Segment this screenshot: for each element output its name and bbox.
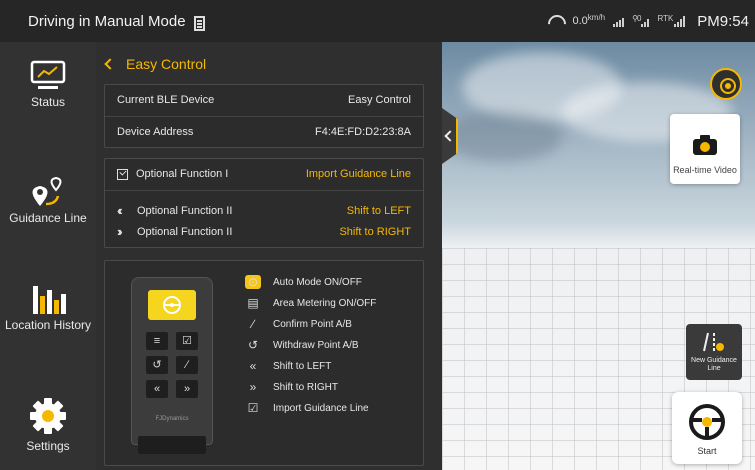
remote-base [138,436,206,454]
route-pin-icon [32,176,62,206]
remote-legend-card: ≡ ☑ ↺ ∕ « » FJDynamics ⊙ Auto Mode ON/OFF… [104,260,424,466]
new-line-icon [703,332,724,352]
device-address-value: F4:4E:FD:D2:23:8A [315,126,411,138]
remote-control-image: ≡ ☑ ↺ ∕ « » FJDynamics [131,277,213,454]
optional-functions-card: Optional Function I Import Guidance Line… [104,158,424,248]
cellular-signal-icon [613,15,625,27]
device-address-label: Device Address [117,126,194,138]
double-right-icon: » [249,380,257,394]
legend-label: Withdraw Point A/B [273,339,359,351]
undo-icon: ↺ [146,356,168,374]
legend-item: ⊙ Auto Mode ON/OFF [245,275,362,289]
function-label: Optional Function I [136,168,229,180]
divider [105,116,423,117]
function-label: Optional Function II [137,225,233,238]
ble-device-label: Current BLE Device [117,94,215,106]
status-indicators: 0.0km/h ⚲0 RTK PM9:54 [548,0,749,42]
ble-device-value: Easy Control [348,94,411,106]
new-guidance-line-button[interactable]: New Guidance Line [686,324,742,380]
function-label: Optional Function II [137,204,233,217]
line-icon: ∕ [176,356,198,374]
double-left-icon: ‹‹ [117,203,123,218]
remote-brand: FJDynamics [155,416,189,422]
legend-label: Area Metering ON/OFF [273,297,377,309]
clock: PM9:54 [697,12,749,30]
auto-mode-remote-button [148,290,196,320]
list-icon: ▤ [247,296,259,310]
steering-wheel-icon [689,404,725,440]
legend-item: « Shift to LEFT [245,359,332,373]
steering-wheel-icon [163,296,181,314]
chevron-left-icon [104,58,116,70]
legend-item: » Shift to RIGHT [245,380,338,394]
checkbox-icon: ☑ [247,401,259,415]
function-value: Shift to RIGHT [339,225,411,238]
double-right-icon: ›› [117,224,123,239]
start-label: Start [697,446,717,456]
function-row[interactable]: Optional Function I Import Guidance Line [117,168,411,180]
wifi-icon [548,15,564,27]
status-bar: Driving in Manual Mode 0.0km/h ⚲0 RTK PM… [0,0,755,42]
sidebar-item-label: Settings [26,439,70,453]
function-row[interactable]: ›› Optional Function II Shift to RIGHT [117,224,411,239]
start-button[interactable]: Start [672,392,742,464]
sidebar-item-settings[interactable]: Settings [0,396,96,452]
double-left-icon: « [249,359,257,373]
device-info-card: Current BLE Device Easy Control Device A… [104,84,424,148]
device-address-row: Device Address F4:4E:FD:D2:23:8A [117,126,411,138]
ble-device-row: Current BLE Device Easy Control [117,94,411,106]
undo-icon: ↺ [247,338,259,352]
double-right-icon: » [176,380,198,398]
double-left-icon: « [146,380,168,398]
steering-wheel-icon: ⊙ [245,275,261,289]
sidebar-item-label: Location History [4,318,92,332]
legend-label: Auto Mode ON/OFF [273,276,362,288]
function-value: Shift to LEFT [346,204,411,217]
locate-button[interactable] [710,68,742,100]
checkbox-icon: ☑ [176,332,198,350]
speed-unit: km/h [587,13,606,22]
new-guidance-line-label: New Guidance Line [691,357,737,372]
function-value: Import Guidance Line [305,168,411,180]
legend-label: Shift to RIGHT [273,381,339,393]
rtk-label: RTK [657,14,674,23]
field-view-3d[interactable]: Real-time Video New Guidance Line Start [442,42,755,470]
legend-label: Import Guidance Line [273,402,369,414]
bar-chart-icon [33,286,66,314]
line-icon: ∕ [251,317,254,331]
checkbox-icon [117,168,128,180]
real-time-video-label: Real-time Video [673,165,737,175]
sidebar: Status Guidance Line Location History Se… [0,42,96,470]
satellite-signal-icon: ⚲0 [632,14,650,27]
function-row[interactable]: ‹‹ Optional Function II Shift to LEFT [117,203,411,218]
divider [105,190,423,191]
sidebar-item-location-history[interactable]: Location History [0,280,96,331]
page-title: Easy Control [126,56,207,72]
sidebar-item-status[interactable]: Status [0,60,96,108]
legend-item: ∕ Confirm Point A/B [245,317,352,331]
sidebar-item-label: Status [30,95,66,109]
sidebar-item-guidance-line[interactable]: Guidance Line [0,174,96,224]
rtk-signal-icon: RTK [657,14,686,27]
gear-icon [30,398,66,434]
back-button[interactable]: Easy Control [104,56,207,72]
legend-item: ▤ Area Metering ON/OFF [245,296,376,310]
legend-label: Shift to LEFT [273,360,332,372]
legend-item: ☑ Import Guidance Line [245,401,369,415]
monitor-icon [30,60,66,89]
easy-control-panel: Easy Control Current BLE Device Easy Con… [96,42,442,470]
list-icon: ≡ [146,332,168,350]
legend-label: Confirm Point A/B [273,318,352,330]
driving-mode-text: Driving in Manual Mode [28,12,186,30]
speed-readout: 0.0km/h [572,13,606,27]
camera-icon [693,135,717,155]
manual-mode-icon [193,15,205,31]
sidebar-item-label: Guidance Line [9,211,87,225]
collapse-panel-toggle[interactable] [442,108,458,164]
legend-item: ↺ Withdraw Point A/B [245,338,359,352]
speed-value: 0.0 [572,15,588,27]
real-time-video-button[interactable]: Real-time Video [670,114,740,184]
